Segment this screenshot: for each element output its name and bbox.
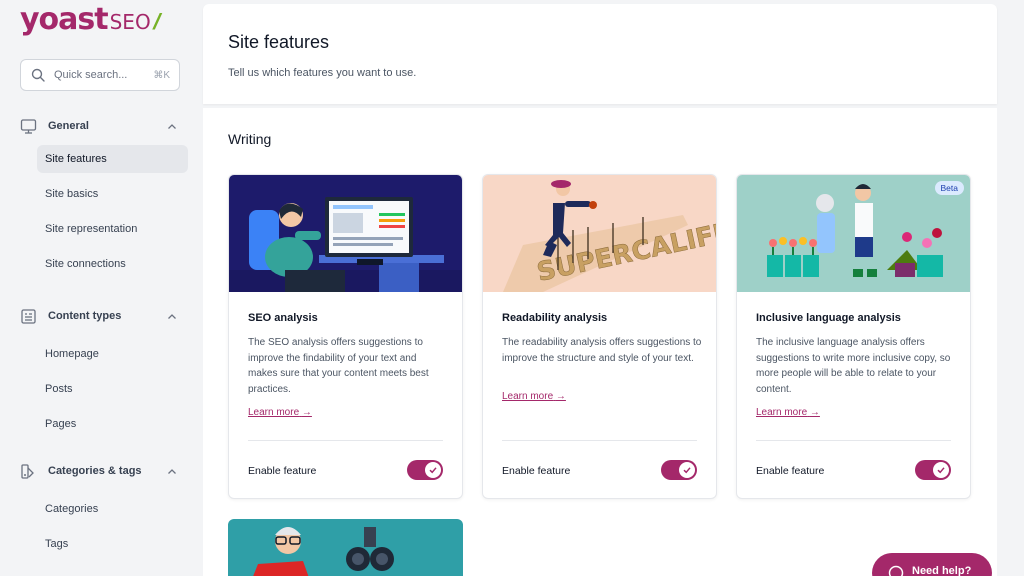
quick-search-input[interactable]: Quick search... ⌘K [20, 59, 180, 91]
search-placeholder: Quick search... [54, 69, 128, 81]
chevron-up-icon [166, 120, 178, 132]
feature-title: SEO analysis [248, 312, 318, 324]
help-circle-icon [888, 565, 904, 576]
check-icon [683, 467, 691, 474]
sidebar-item-pages[interactable]: Pages [37, 410, 188, 438]
sidebar-item-site-representation[interactable]: Site representation [37, 215, 188, 243]
enable-feature-label: Enable feature [248, 465, 317, 477]
toggle-knob [933, 462, 949, 478]
enable-feature-label: Enable feature [502, 465, 571, 477]
feature-illustration-partial [253, 527, 394, 576]
page-header: Site features Tell us which features you… [203, 4, 997, 104]
need-help-button[interactable]: Need help? [872, 553, 992, 576]
feature-description: The readability analysis offers suggesti… [502, 337, 702, 364]
page-title: Site features [228, 32, 330, 52]
arrow-right-icon: → [555, 391, 566, 402]
sidebar-item-site-connections[interactable]: Site connections [37, 250, 188, 278]
sidebar-item-homepage[interactable]: Homepage [37, 340, 188, 368]
logo-product: SEO [109, 10, 151, 34]
feature-description: The SEO analysis offers suggestions to i… [248, 337, 429, 395]
need-help-label: Need help? [912, 565, 972, 576]
toggle-knob [425, 462, 441, 478]
divider [502, 440, 697, 441]
nav-group-label: General [48, 120, 89, 132]
nav-group-categories-tags-toggle[interactable]: Categories & tags [20, 461, 188, 481]
divider [248, 440, 443, 441]
nav-group-content-types-toggle[interactable]: Content types [20, 306, 188, 326]
check-icon [429, 467, 437, 474]
chevron-up-icon [166, 310, 178, 322]
learn-more-label: Learn more [502, 391, 554, 402]
enable-feature-toggle[interactable] [407, 460, 443, 480]
sidebar: yoast SEO / Quick search... ⌘K General S… [0, 0, 200, 576]
inclusive-language-illustration: Beta [737, 175, 970, 292]
feature-description: The inclusive language analysis offers s… [756, 337, 951, 395]
learn-more-label: Learn more [756, 407, 808, 418]
divider [756, 440, 951, 441]
document-list-icon [20, 308, 37, 325]
feature-card-readability-analysis: SUPERCALIFRAGILISTIC Readability analysi… [482, 174, 717, 499]
sidebar-item-site-features[interactable]: Site features [37, 145, 188, 173]
nav-group-content-types: Content types Homepage Posts Pages [20, 306, 188, 438]
sidebar-item-categories[interactable]: Categories [37, 495, 188, 523]
readability-analysis-illustration: SUPERCALIFRAGILISTIC [483, 175, 716, 292]
check-icon [937, 467, 945, 474]
nav-group-label: Categories & tags [48, 465, 142, 477]
learn-more-link[interactable]: Learn more → [756, 407, 820, 418]
search-icon [30, 67, 46, 83]
search-shortcut: ⌘K [153, 69, 170, 81]
feature-card-inclusive-language-analysis: Beta Inclusive language analysis The inc… [736, 174, 971, 499]
enable-feature-toggle[interactable] [915, 460, 951, 480]
sidebar-item-site-basics[interactable]: Site basics [37, 180, 188, 208]
monitor-icon [20, 118, 37, 135]
arrow-right-icon: → [809, 407, 820, 418]
yoast-seo-logo[interactable]: yoast SEO / [20, 2, 164, 38]
learn-more-label: Learn more [248, 407, 300, 418]
chevron-up-icon [166, 465, 178, 477]
sidebar-item-tags[interactable]: Tags [37, 530, 188, 558]
toggle-knob [679, 462, 695, 478]
page-subtitle: Tell us which features you want to use. [228, 67, 417, 79]
tag-shapes-icon [20, 463, 37, 480]
logo-slash-icon: / [150, 9, 164, 34]
feature-card-seo-analysis: SEO analysis The SEO analysis offers sug… [228, 174, 463, 499]
nav-group-label: Content types [48, 310, 122, 322]
arrow-right-icon: → [301, 407, 312, 418]
logo-wordmark: yoast [20, 2, 109, 37]
feature-title: Readability analysis [502, 312, 608, 324]
enable-feature-label: Enable feature [756, 465, 825, 477]
sidebar-item-posts[interactable]: Posts [37, 375, 188, 403]
nav-group-general-toggle[interactable]: General [20, 116, 188, 136]
features-panel: Writing SEO analysis The SEO analysis of… [203, 108, 997, 576]
nav-group-general: General Site features Site basics Site r… [20, 116, 188, 278]
learn-more-link[interactable]: Learn more → [502, 391, 566, 402]
nav-group-categories-tags: Categories & tags Categories Tags [20, 461, 188, 558]
feature-card-partial [228, 519, 463, 576]
section-title-writing: Writing [228, 131, 272, 147]
beta-badge: Beta [934, 181, 964, 195]
learn-more-link[interactable]: Learn more → [248, 407, 312, 418]
feature-title: Inclusive language analysis [756, 312, 901, 324]
enable-feature-toggle[interactable] [661, 460, 697, 480]
seo-analysis-illustration [229, 175, 462, 292]
